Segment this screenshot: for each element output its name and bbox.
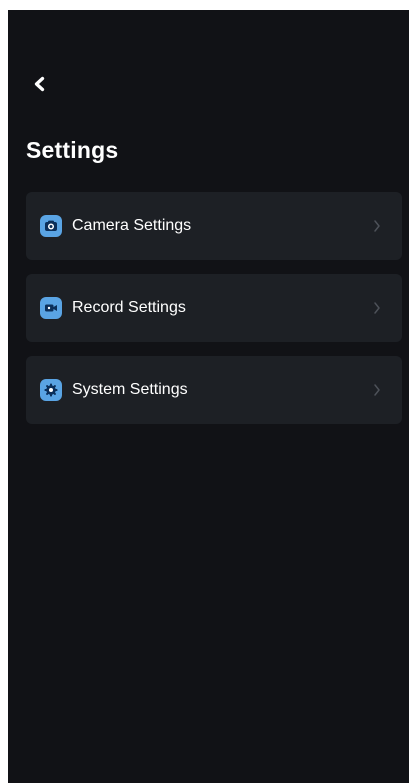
video-camera-icon (40, 297, 62, 319)
back-button[interactable] (28, 72, 52, 96)
system-settings-item[interactable]: System Settings (26, 356, 402, 424)
chevron-right-icon (374, 302, 380, 314)
chevron-left-icon (34, 76, 45, 92)
record-settings-label: Record Settings (72, 299, 186, 316)
camera-icon (40, 215, 62, 237)
chevron-right-icon (374, 220, 380, 232)
settings-list: Camera Settings Record Settings System S… (26, 192, 402, 438)
chevron-right-icon (374, 384, 380, 396)
gear-icon (40, 379, 62, 401)
settings-screen: Settings Camera Settings Record Settings… (8, 10, 409, 783)
camera-settings-item[interactable]: Camera Settings (26, 192, 402, 260)
record-settings-item[interactable]: Record Settings (26, 274, 402, 342)
page-title: Settings (26, 137, 119, 163)
system-settings-label: System Settings (72, 381, 188, 398)
camera-settings-label: Camera Settings (72, 217, 192, 234)
